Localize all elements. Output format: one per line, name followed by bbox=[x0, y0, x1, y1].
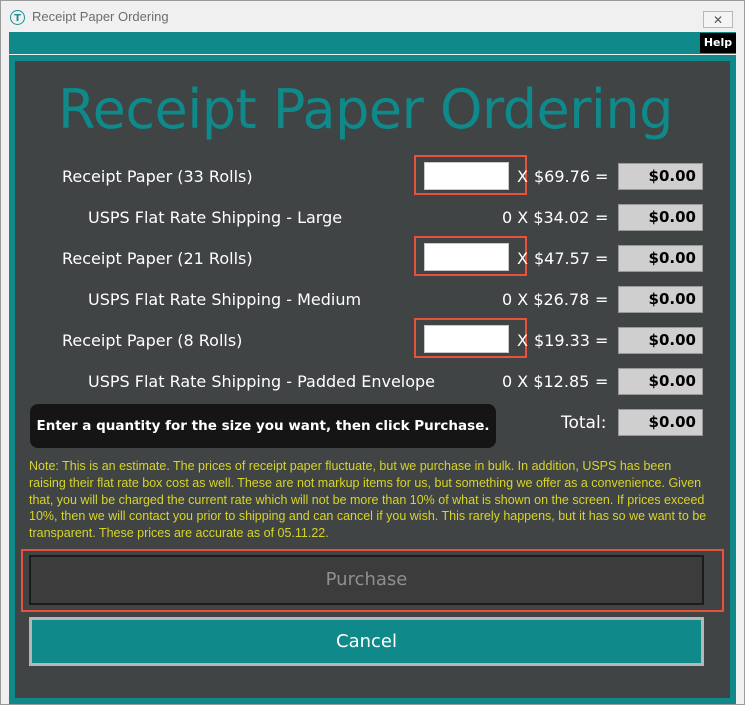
multiply-sign: X bbox=[517, 167, 528, 186]
menu-bar bbox=[9, 32, 736, 54]
unit-price-8-rolls: $19.33 bbox=[534, 331, 590, 350]
help-button[interactable]: Help bbox=[700, 33, 736, 53]
line-total-21-rolls: $0.00 bbox=[618, 245, 703, 272]
cancel-button[interactable]: Cancel bbox=[29, 617, 704, 666]
row-label-shipping-envelope: USPS Flat Rate Shipping - Padded Envelop… bbox=[88, 372, 436, 391]
shipping-calc-medium: 0 X $26.78 bbox=[502, 290, 590, 309]
pricing-note: Note: This is an estimate. The prices of… bbox=[29, 459, 707, 541]
equals-sign: = bbox=[595, 331, 609, 350]
row-label-8-rolls: Receipt Paper (8 Rolls) bbox=[62, 331, 243, 350]
line-total-shipping-large: $0.00 bbox=[618, 204, 703, 231]
equals-sign: = bbox=[595, 372, 609, 391]
grand-total: $0.00 bbox=[618, 409, 703, 436]
line-total-33-rolls: $0.00 bbox=[618, 163, 703, 190]
purchase-button[interactable]: Purchase bbox=[29, 555, 704, 605]
instruction-banner: Enter a quantity for the size you want, … bbox=[30, 404, 496, 448]
multiply-sign: X bbox=[517, 249, 528, 268]
app-logo-icon: T bbox=[10, 10, 25, 25]
shipping-calc-large: 0 X $34.02 bbox=[502, 208, 590, 227]
close-button[interactable]: ✕ bbox=[703, 11, 733, 28]
line-total-shipping-envelope: $0.00 bbox=[618, 368, 703, 395]
qty-input-8-rolls[interactable] bbox=[424, 325, 509, 353]
equals-sign: = bbox=[595, 249, 609, 268]
unit-price-33-rolls: $69.76 bbox=[534, 167, 590, 186]
qty-input-21-rolls[interactable] bbox=[424, 243, 509, 271]
multiply-sign: X bbox=[517, 331, 528, 350]
total-label: Total: bbox=[561, 413, 607, 433]
row-label-21-rolls: Receipt Paper (21 Rolls) bbox=[62, 249, 253, 268]
window-title: Receipt Paper Ordering bbox=[32, 9, 169, 24]
row-label-33-rolls: Receipt Paper (33 Rolls) bbox=[62, 167, 253, 186]
equals-sign: = bbox=[595, 167, 609, 186]
row-label-shipping-large: USPS Flat Rate Shipping - Large bbox=[88, 208, 343, 227]
title-bar: T Receipt Paper Ordering ✕ bbox=[1, 1, 744, 32]
qty-input-33-rolls[interactable] bbox=[424, 162, 509, 190]
equals-sign: = bbox=[595, 290, 609, 309]
line-total-shipping-medium: $0.00 bbox=[618, 286, 703, 313]
shipping-calc-envelope: 0 X $12.85 bbox=[502, 372, 590, 391]
equals-sign: = bbox=[595, 208, 609, 227]
page-title: Receipt Paper Ordering bbox=[58, 78, 673, 141]
line-total-8-rolls: $0.00 bbox=[618, 327, 703, 354]
unit-price-21-rolls: $47.57 bbox=[534, 249, 590, 268]
row-label-shipping-medium: USPS Flat Rate Shipping - Medium bbox=[88, 290, 362, 309]
